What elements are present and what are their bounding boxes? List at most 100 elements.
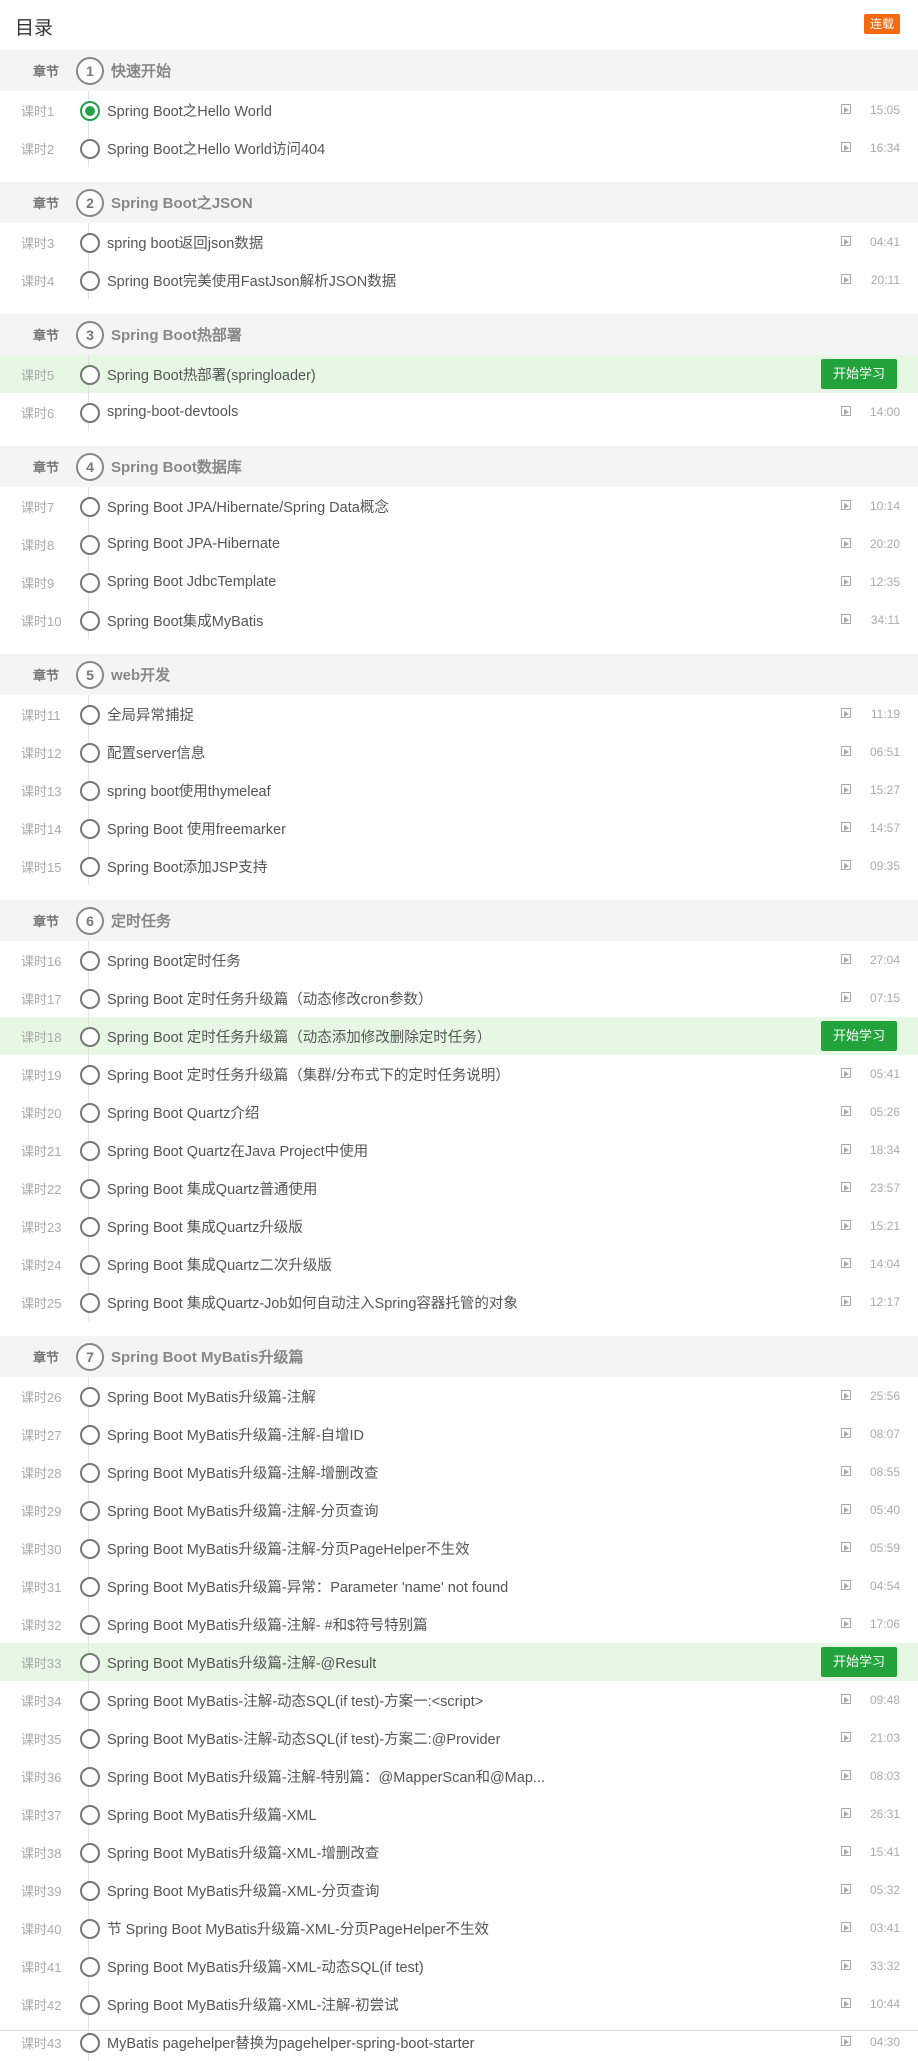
lesson-row[interactable]: 课时17 Spring Boot 定时任务升级篇（动态修改cron参数） 07:15 <box>0 979 918 1017</box>
lesson-title[interactable]: Spring Boot MyBatis升级篇-注解- #和$符号特别篇 <box>107 1614 428 1635</box>
lesson-row[interactable]: 课时38 Spring Boot MyBatis升级篇-XML-增删改查 15:4… <box>0 1833 918 1871</box>
lesson-row[interactable]: 课时21 Spring Boot Quartz在Java Project中使用 18… <box>0 1131 918 1169</box>
lesson-row[interactable]: 课时9 Spring Boot JdbcTemplate 12:35 <box>0 563 918 601</box>
lesson-title[interactable]: spring-boot-devtools <box>107 404 238 420</box>
lesson-title[interactable]: Spring Boot MyBatis-注解-动态SQL(if test)-方案… <box>107 1728 500 1749</box>
lesson-title[interactable]: Spring Boot 使用freemarker <box>107 818 286 839</box>
lesson-title[interactable]: Spring Boot 集成Quartz普通使用 <box>107 1178 317 1199</box>
lesson-row[interactable]: 课时2 Spring Boot之Hello World访问404 16:34 <box>0 129 918 167</box>
lesson-row[interactable]: 课时41 Spring Boot MyBatis升级篇-XML-动态SQL(if … <box>0 1947 918 1985</box>
lesson-title[interactable]: Spring Boot MyBatis升级篇-注解-增删改查 <box>107 1462 379 1483</box>
lesson-row[interactable]: 课时5 Spring Boot热部署(springloader) 开始学习 <box>0 355 918 393</box>
lesson-title[interactable]: Spring Boot MyBatis升级篇-XML-注解-初尝试 <box>107 1994 399 2015</box>
lesson-title[interactable]: 节 Spring Boot MyBatis升级篇-XML-分页PageHelpe… <box>107 1918 489 1939</box>
lesson-row[interactable]: 课时18 Spring Boot 定时任务升级篇（动态添加修改删除定时任务） 开始学… <box>0 1017 918 1055</box>
lesson-title[interactable]: 全局异常捕捉 <box>107 704 194 725</box>
lesson-title[interactable]: MyBatis pagehelper替换为pagehelper-spring-b… <box>107 2032 475 2053</box>
lesson-title[interactable]: Spring Boot 定时任务升级篇（动态修改cron参数） <box>107 988 433 1009</box>
course-catalog: 章节 1 快速开始 课时1 Spring Boot之Hello World 15:05 课时… <box>0 50 918 2061</box>
lesson-row[interactable]: 课时30 Spring Boot MyBatis升级篇-注解-分页PageHelp… <box>0 1529 918 1567</box>
lesson-row[interactable]: 课时22 Spring Boot 集成Quartz普通使用 23:57 <box>0 1169 918 1207</box>
lesson-title[interactable]: Spring Boot之Hello World访问404 <box>107 138 325 159</box>
lesson-row[interactable]: 课时15 Spring Boot添加JSP支持 09:35 <box>0 847 918 885</box>
lesson-row[interactable]: 课时34 Spring Boot MyBatis-注解-动态SQL(if test… <box>0 1681 918 1719</box>
lesson-row[interactable]: 课时16 Spring Boot定时任务 27:04 <box>0 941 918 979</box>
lesson-title[interactable]: Spring Boot 定时任务升级篇（集群/分布式下的定时任务说明） <box>107 1064 510 1085</box>
lesson-row[interactable]: 课时23 Spring Boot 集成Quartz升级版 15:21 <box>0 1207 918 1245</box>
lesson-title[interactable]: Spring Boot MyBatis升级篇-注解-自增ID <box>107 1424 364 1445</box>
lesson-title[interactable]: Spring Boot MyBatis升级篇-注解-分页查询 <box>107 1500 379 1521</box>
lesson-title[interactable]: Spring Boot完美使用FastJson解析JSON数据 <box>107 270 396 291</box>
lesson-row[interactable]: 课时29 Spring Boot MyBatis升级篇-注解-分页查询 05:40 <box>0 1491 918 1529</box>
lesson-row[interactable]: 课时12 配置server信息 06:51 <box>0 733 918 771</box>
lesson-number: 课时22 <box>21 1181 62 1197</box>
lesson-title[interactable]: Spring Boot MyBatis升级篇-注解-@Result <box>107 1652 376 1673</box>
lesson-title[interactable]: Spring Boot MyBatis-注解-动态SQL(if test)-方案… <box>107 1690 483 1711</box>
lesson-title[interactable]: Spring Boot 定时任务升级篇（动态添加修改删除定时任务） <box>107 1026 491 1047</box>
lesson-title[interactable]: Spring Boot MyBatis升级篇-异常：Parameter 'nam… <box>107 1576 508 1597</box>
lesson-row[interactable]: 课时13 spring boot使用thymeleaf 15:27 <box>0 771 918 809</box>
lesson-row[interactable]: 课时10 Spring Boot集成MyBatis 34:11 <box>0 601 918 639</box>
chapter-title: Spring Boot之JSON <box>111 195 253 212</box>
lesson-title[interactable]: Spring Boot Quartz介绍 <box>107 1102 259 1123</box>
lesson-row[interactable]: 课时19 Spring Boot 定时任务升级篇（集群/分布式下的定时任务说明） 0… <box>0 1055 918 1093</box>
lesson-title[interactable]: spring boot使用thymeleaf <box>107 780 271 801</box>
start-learning-button[interactable]: 开始学习 <box>821 1021 897 1051</box>
chapter-title: Spring Boot数据库 <box>111 459 242 476</box>
start-learning-button[interactable]: 开始学习 <box>821 1647 897 1677</box>
lesson-title[interactable]: 配置server信息 <box>107 742 205 763</box>
lesson-row[interactable]: 课时27 Spring Boot MyBatis升级篇-注解-自增ID 08:07 <box>0 1415 918 1453</box>
lesson-row[interactable]: 课时36 Spring Boot MyBatis升级篇-注解-特别篇：@Mappe… <box>0 1757 918 1795</box>
video-play-icon <box>841 1296 851 1306</box>
lesson-title[interactable]: Spring Boot MyBatis升级篇-注解-特别篇：@MapperSca… <box>107 1766 545 1787</box>
lesson-title[interactable]: Spring Boot MyBatis升级篇-XML-增删改查 <box>107 1842 379 1863</box>
lesson-row[interactable]: 课时4 Spring Boot完美使用FastJson解析JSON数据 20:11 <box>0 261 918 299</box>
lesson-title[interactable]: Spring Boot JdbcTemplate <box>107 574 276 590</box>
lesson-row[interactable]: 课时7 Spring Boot JPA/Hibernate/Spring Data… <box>0 487 918 525</box>
lesson-title[interactable]: Spring Boot JPA/Hibernate/Spring Data概念 <box>107 496 389 517</box>
lesson-title[interactable]: Spring Boot 集成Quartz升级版 <box>107 1216 303 1237</box>
lesson-title[interactable]: Spring Boot MyBatis升级篇-XML <box>107 1804 317 1825</box>
lesson-row[interactable]: 课时25 Spring Boot 集成Quartz-Job如何自动注入Spring… <box>0 1283 918 1321</box>
lesson-row[interactable]: 课时24 Spring Boot 集成Quartz二次升级版 14:04 <box>0 1245 918 1283</box>
start-learning-button[interactable]: 开始学习 <box>821 359 897 389</box>
lesson-title[interactable]: Spring Boot定时任务 <box>107 950 241 971</box>
lesson-title[interactable]: Spring Boot添加JSP支持 <box>107 856 267 877</box>
lesson-title[interactable]: Spring Boot Quartz在Java Project中使用 <box>107 1140 368 1161</box>
video-play-icon <box>841 1504 851 1514</box>
lesson-title[interactable]: Spring Boot之Hello World <box>107 100 272 121</box>
lesson-row[interactable]: 课时26 Spring Boot MyBatis升级篇-注解 25:56 <box>0 1377 918 1415</box>
lesson-row[interactable]: 课时8 Spring Boot JPA-Hibernate 20:20 <box>0 525 918 563</box>
lesson-row[interactable]: 课时39 Spring Boot MyBatis升级篇-XML-分页查询 05:32 <box>0 1871 918 1909</box>
lesson-row[interactable]: 课时1 Spring Boot之Hello World 15:05 <box>0 91 918 129</box>
lesson-row[interactable]: 课时20 Spring Boot Quartz介绍 05:26 <box>0 1093 918 1131</box>
lesson-title[interactable]: Spring Boot MyBatis升级篇-注解 <box>107 1386 316 1407</box>
lesson-row[interactable]: 课时43 MyBatis pagehelper替换为pagehelper-spr… <box>0 2023 918 2061</box>
lesson-row[interactable]: 课时3 spring boot返回json数据 04:41 <box>0 223 918 261</box>
lesson-row[interactable]: 课时6 spring-boot-devtools 14:00 <box>0 393 918 431</box>
lesson-row[interactable]: 课时37 Spring Boot MyBatis升级篇-XML 26:31 <box>0 1795 918 1833</box>
lesson-row[interactable]: 课时14 Spring Boot 使用freemarker 14:57 <box>0 809 918 847</box>
lesson-title[interactable]: Spring Boot MyBatis升级篇-XML-动态SQL(if test… <box>107 1956 424 1977</box>
lesson-duration: 15:05 <box>869 103 900 117</box>
lesson-row[interactable]: 课时40 节 Spring Boot MyBatis升级篇-XML-分页PageH… <box>0 1909 918 1947</box>
lesson-row[interactable]: 课时32 Spring Boot MyBatis升级篇-注解- #和$符号特别篇 1… <box>0 1605 918 1643</box>
lesson-row[interactable]: 课时42 Spring Boot MyBatis升级篇-XML-注解-初尝试 10:… <box>0 1985 918 2023</box>
video-play-icon <box>841 1542 851 1552</box>
lesson-title[interactable]: Spring Boot 集成Quartz二次升级版 <box>107 1254 332 1275</box>
lesson-row[interactable]: 课时33 Spring Boot MyBatis升级篇-注解-@Result 开始学… <box>0 1643 918 1681</box>
lesson-title[interactable]: Spring Boot JPA-Hibernate <box>107 536 280 552</box>
lesson-title[interactable]: Spring Boot热部署(springloader) <box>107 364 316 385</box>
lesson-title[interactable]: Spring Boot集成MyBatis <box>107 610 263 631</box>
lesson-title[interactable]: spring boot返回json数据 <box>107 232 263 253</box>
lesson-title[interactable]: Spring Boot MyBatis升级篇-注解-分页PageHelper不生… <box>107 1538 470 1559</box>
progress-circle-icon <box>80 1577 100 1597</box>
lesson-row[interactable]: 课时35 Spring Boot MyBatis-注解-动态SQL(if test… <box>0 1719 918 1757</box>
progress-circle-icon <box>80 1691 100 1711</box>
lesson-title[interactable]: Spring Boot 集成Quartz-Job如何自动注入Spring容器托管… <box>107 1292 518 1313</box>
lesson-title[interactable]: Spring Boot MyBatis升级篇-XML-分页查询 <box>107 1880 379 1901</box>
lesson-row[interactable]: 课时11 全局异常捕捉 11:19 <box>0 695 918 733</box>
lesson-row[interactable]: 课时31 Spring Boot MyBatis升级篇-异常：Parameter … <box>0 1567 918 1605</box>
video-play-icon <box>841 954 851 964</box>
lesson-row[interactable]: 课时28 Spring Boot MyBatis升级篇-注解-增删改查 08:55 <box>0 1453 918 1491</box>
